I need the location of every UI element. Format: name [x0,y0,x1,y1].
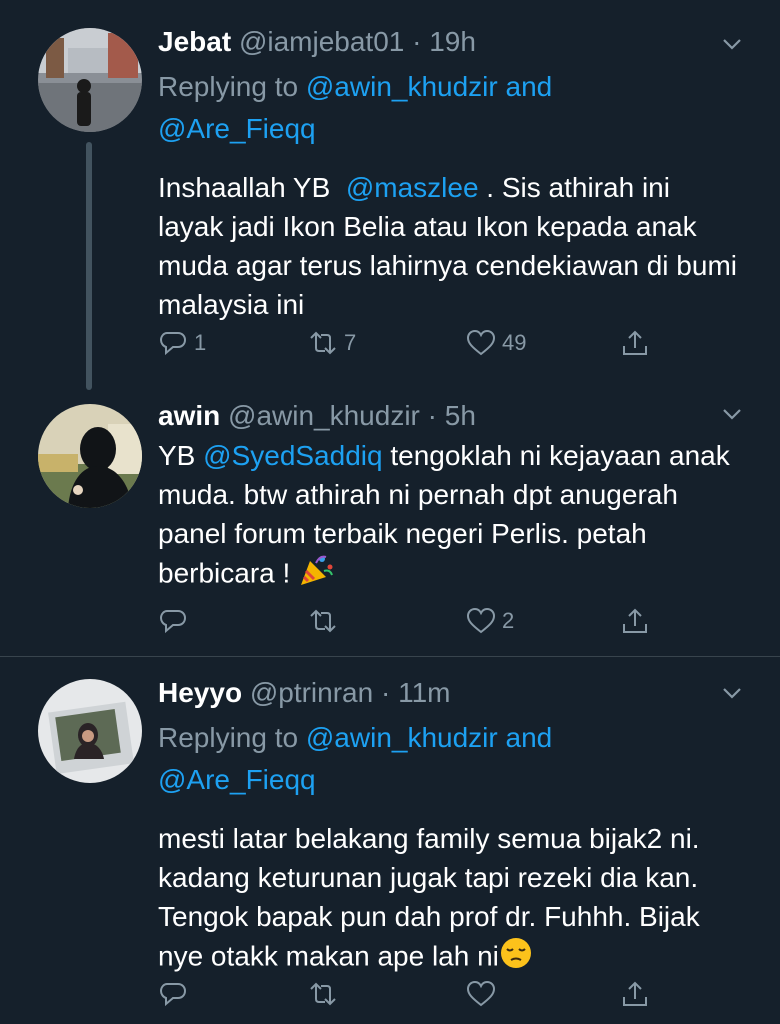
reply-icon [159,332,187,356]
reply-icon [159,983,187,1007]
mention-link[interactable]: @SyedSaddiq [203,440,382,471]
like-button[interactable]: 2 [466,606,514,636]
share-button[interactable] [620,606,650,636]
avatar[interactable] [38,404,142,508]
tweet-text-part: mesti latar belakang family semua bijak2… [158,823,700,972]
like-button[interactable]: 49 [466,328,526,358]
reply-icon [159,610,187,634]
chevron-down-icon[interactable] [720,681,744,705]
like-count: 49 [502,330,527,355]
like-count: 2 [502,608,515,633]
tweet-actions [158,979,658,1011]
user-handle[interactable]: @iamjebat01 [239,26,404,57]
user-handle[interactable]: @ptrinran [250,677,373,708]
share-icon [623,330,647,355]
retweet-icon [310,609,336,633]
separator-dot: · [412,26,422,57]
share-icon [623,981,647,1006]
party-popper-icon [298,553,334,597]
replying-to-link[interactable]: @Are_Fieqq [158,113,316,144]
tweet-text-part: YB [158,440,204,471]
replying-to-link[interactable]: @awin_khudzir and [306,722,552,753]
replying-to-prefix: Replying to [158,722,306,753]
retweet-icon [310,331,336,355]
display-name[interactable]: Heyyo [158,677,242,708]
timestamp[interactable]: 11m [398,677,450,708]
reply-count: 1 [194,330,207,355]
tweet[interactable]: awin @awin_khudzir · 5h YB @SyedSaddiq t… [0,390,780,656]
tweet-header: awin @awin_khudzir · 5h [158,398,740,434]
pensive-face-icon [499,936,533,980]
retweet-button[interactable] [308,606,344,636]
timestamp[interactable]: 19h [429,26,476,57]
separator-dot: · [427,400,437,431]
tweet-actions: 1 7 49 [158,328,658,360]
avatar[interactable] [38,679,142,783]
heart-icon [466,329,496,356]
retweet-count: 7 [344,330,357,355]
display-name[interactable]: awin [158,400,220,431]
tweet[interactable]: Jebat @iamjebat01 · 19h Replying to @awi… [0,0,780,390]
heart-icon [466,980,496,1007]
avatar[interactable] [38,28,142,132]
retweet-button[interactable] [308,979,344,1009]
tweet-text: YB @SyedSaddiq tengoklah ni kejayaan ana… [158,436,740,597]
tweet[interactable]: Heyyo @ptrinran · 11m Replying to @awin_… [0,657,780,1024]
replying-to-prefix: Replying to [158,71,306,102]
reply-button[interactable]: 1 [158,328,206,358]
thread-line [86,142,92,390]
tweet-actions: 2 [158,606,658,638]
chevron-down-icon[interactable] [720,32,744,56]
user-handle[interactable]: @awin_khudzir [228,400,420,431]
retweet-button[interactable]: 7 [308,328,356,358]
replying-to-link[interactable]: @awin_khudzir and [306,71,552,102]
timestamp[interactable]: 5h [445,400,476,431]
tweet-text-part: Inshaallah YB [158,172,346,203]
separator-dot: · [380,677,391,708]
reply-button[interactable] [158,606,194,636]
replying-to: Replying to @awin_khudzir and @Are_Fieqq [158,66,740,150]
replying-to-link[interactable]: @Are_Fieqq [158,764,316,795]
tweet-text: Inshaallah YB @maszlee . Sis athirah ini… [158,168,740,324]
like-button[interactable] [466,979,502,1009]
share-icon [623,608,647,633]
mention-link[interactable]: @maszlee [346,172,479,203]
display-name[interactable]: Jebat [158,26,231,57]
heart-icon [466,607,496,634]
tweet-header: Heyyo @ptrinran · 11m [158,675,740,711]
replying-to: Replying to @awin_khudzir and @Are_Fieqq [158,717,740,801]
chevron-down-icon[interactable] [720,402,744,426]
share-button[interactable] [620,979,650,1009]
tweet-header: Jebat @iamjebat01 · 19h [158,24,740,60]
share-button[interactable] [620,328,650,358]
retweet-icon [310,982,336,1006]
reply-button[interactable] [158,979,194,1009]
tweet-text: mesti latar belakang family semua bijak2… [158,819,740,980]
